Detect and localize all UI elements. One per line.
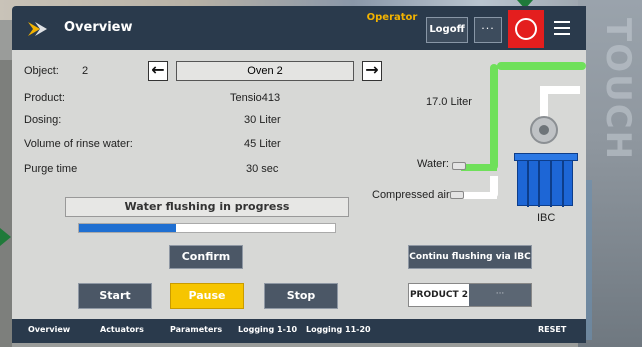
field-label-product: Product: xyxy=(24,92,65,104)
emergency-stop-button[interactable] xyxy=(508,10,544,48)
header-bar: Overview Operator Logoff ··· xyxy=(12,6,586,50)
background-touch-text: TOUCH xyxy=(598,18,638,162)
water-label: Water: xyxy=(417,158,449,170)
object-label: Object: xyxy=(24,65,59,77)
next-object-arrow-icon[interactable]: → xyxy=(362,61,382,81)
field-label-rinse-volume: Volume of rinse water: xyxy=(24,138,133,150)
hmi-screen: Overview Operator Logoff ··· Object: 2 ←… xyxy=(12,6,586,343)
reset-button[interactable]: RESET xyxy=(538,325,566,334)
pause-button[interactable]: Pause xyxy=(170,283,244,309)
field-value-purge-time: 30 sec xyxy=(246,163,279,175)
tab-overview[interactable]: Overview xyxy=(28,325,70,334)
progress-fill xyxy=(79,224,177,232)
product-toggle-on-label: PRODUCT 2 xyxy=(409,284,469,306)
product-toggle-off-label: ··· xyxy=(469,284,531,306)
ibc-tank-icon xyxy=(514,153,578,207)
flushing-progress-bar xyxy=(78,223,336,233)
tab-parameters[interactable]: Parameters xyxy=(170,325,222,334)
more-button[interactable]: ··· xyxy=(474,17,502,43)
water-pipe-junction xyxy=(461,164,497,171)
logoff-button[interactable]: Logoff xyxy=(426,17,468,43)
tank-level-value: 17.0 Liter xyxy=(426,96,472,108)
field-value-product: Tensio413 xyxy=(230,92,281,104)
field-label-dosing: Dosing: xyxy=(24,114,62,126)
stop-button[interactable]: Stop xyxy=(264,283,338,309)
prev-object-arrow-icon[interactable]: ← xyxy=(148,61,168,81)
stop-ring-icon xyxy=(515,18,537,40)
field-value-rinse-volume: 45 Liter xyxy=(244,138,281,150)
field-value-dosing: 30 Liter xyxy=(244,114,281,126)
ibc-label: IBC xyxy=(537,212,556,224)
water-valve-icon xyxy=(452,162,466,170)
pump-icon xyxy=(530,116,558,144)
footer-nav: Overview Actuators Parameters Logging 1-… xyxy=(12,319,586,343)
status-message: Water flushing in progress xyxy=(65,197,349,217)
air-pipe xyxy=(461,192,497,199)
tab-logging-1-10[interactable]: Logging 1-10 xyxy=(238,325,297,334)
background-photo-left xyxy=(0,60,12,347)
return-pipe-vertical xyxy=(540,88,548,118)
continue-flushing-ibc-button[interactable]: Continu flushing via IBC xyxy=(408,245,532,269)
green-pointer-left-icon xyxy=(0,228,11,246)
tab-logging-11-20[interactable]: Logging 11-20 xyxy=(306,325,371,334)
tab-actuators[interactable]: Actuators xyxy=(100,325,144,334)
start-button[interactable]: Start xyxy=(78,283,152,309)
compressed-air-label: Compressed air: xyxy=(372,189,453,201)
water-pipe xyxy=(497,62,586,70)
air-valve-icon xyxy=(450,191,464,199)
product-toggle[interactable]: PRODUCT 2 ··· xyxy=(408,283,532,307)
object-name-display: Oven 2 xyxy=(176,61,354,81)
confirm-button[interactable]: Confirm xyxy=(169,245,243,269)
field-label-purge-time: Purge time xyxy=(24,163,78,175)
hamburger-menu-icon[interactable] xyxy=(554,21,570,35)
water-pipe-vertical xyxy=(490,64,498,170)
background-photo-right: TOUCH xyxy=(578,0,642,347)
object-number: 2 xyxy=(82,65,89,77)
